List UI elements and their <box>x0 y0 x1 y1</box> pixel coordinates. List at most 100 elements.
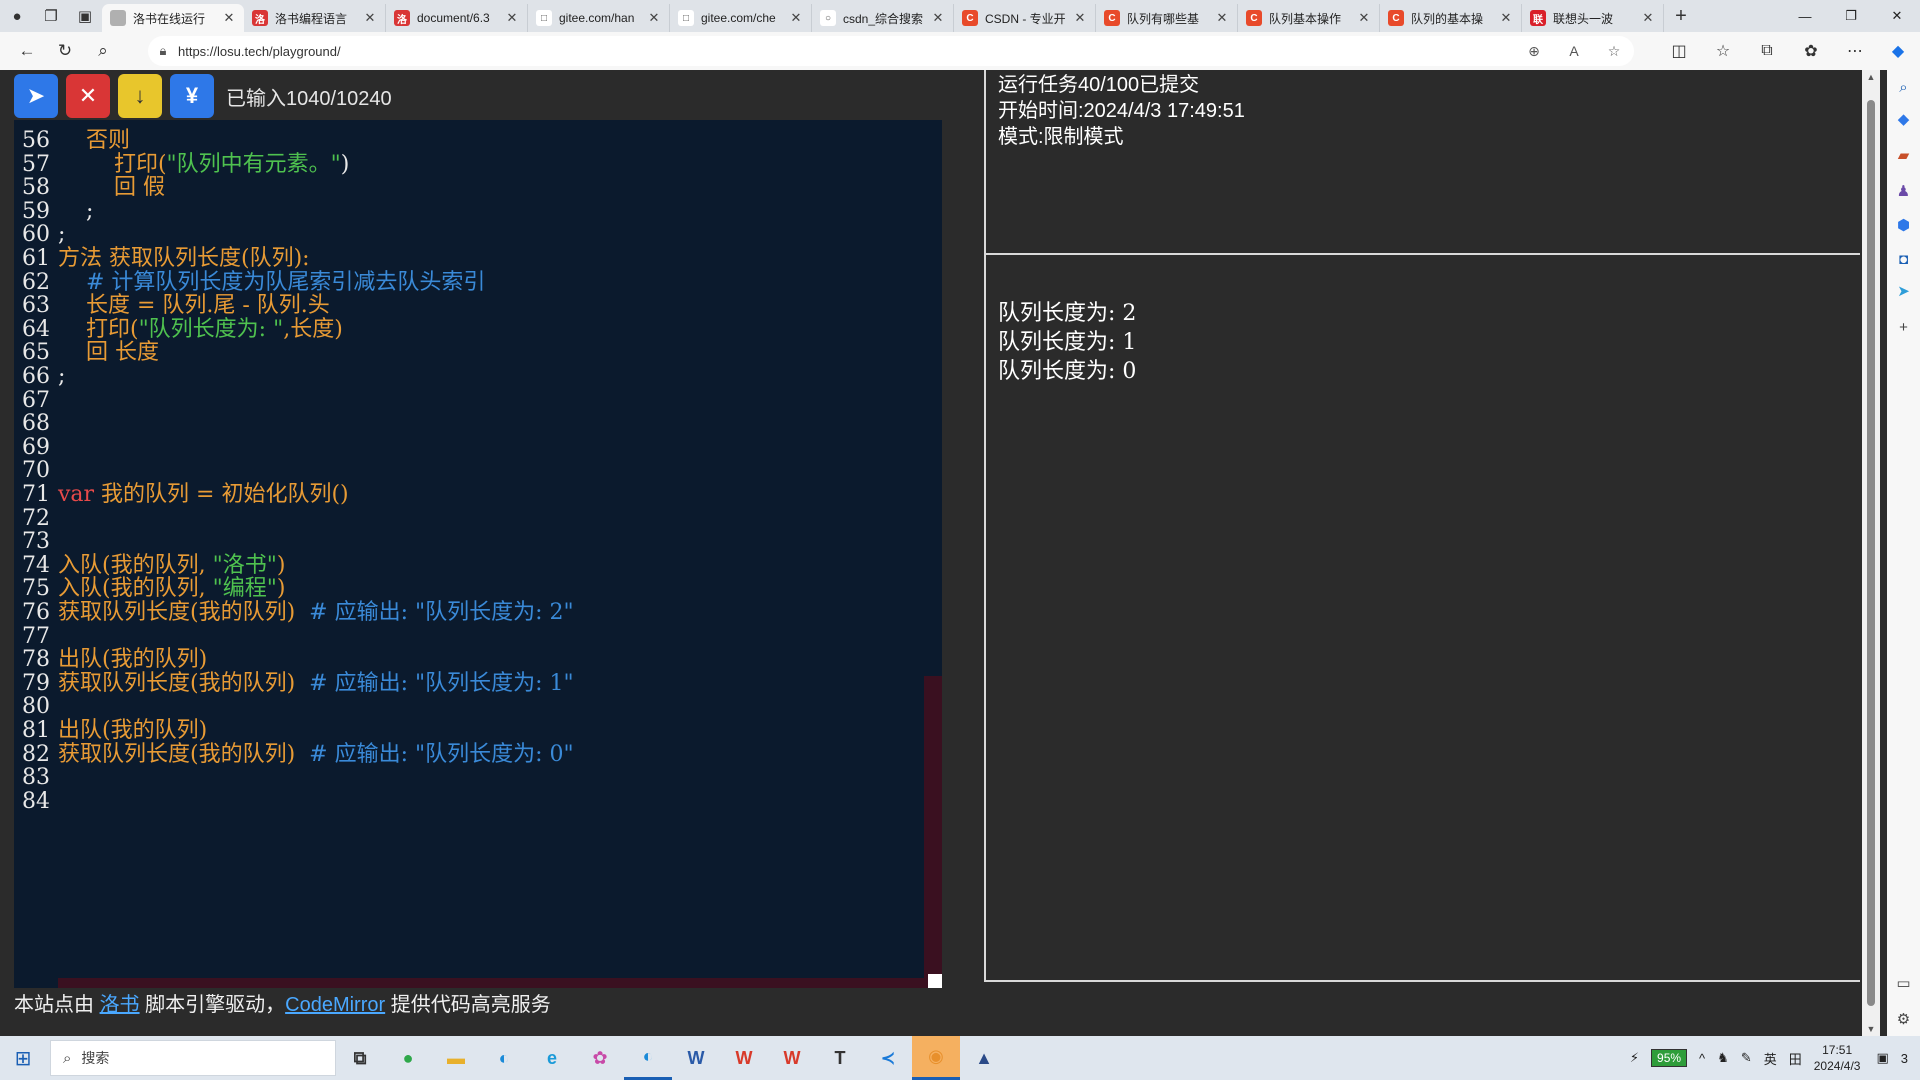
browser-tab[interactable]: 洛洛书编程语言 ✕ <box>244 4 386 32</box>
sidebar-tools-icon[interactable]: ▰ <box>1887 140 1920 170</box>
address-bar[interactable]: 🔒︎ https://losu.tech/playground/ ⊕ A ☆ <box>148 36 1634 66</box>
browser-tab[interactable]: 洛 document/6.3 ✕ <box>386 4 528 32</box>
refresh-icon[interactable]: ↻ <box>46 32 84 70</box>
sidebar-settings-icon[interactable]: ⚙ <box>1887 1004 1920 1034</box>
edge-icon[interactable]: ◐ <box>480 1036 528 1080</box>
search-icon[interactable]: ⌕ <box>84 32 122 70</box>
favorites-icon[interactable]: ☆ <box>1701 32 1745 70</box>
code-editor[interactable]: 56 否则 57 打印("队列中有元素。") 58 回 假 59 ; 60; 61 方法 获… <box>14 120 942 988</box>
zoom-icon[interactable]: ⊕ <box>1514 43 1554 60</box>
music-app-icon[interactable]: ◉ <box>912 1036 960 1080</box>
clock-time: 17:51 <box>1822 1043 1853 1057</box>
typora-icon[interactable]: T <box>816 1036 864 1080</box>
app-icon[interactable]: ✿ <box>576 1036 624 1080</box>
search-icon: ⌕ <box>63 1049 72 1067</box>
collections-icon[interactable]: ⧉ <box>1745 32 1789 70</box>
copilot-icon[interactable]: ◆ <box>1876 32 1920 70</box>
wps-icon[interactable]: W <box>720 1036 768 1080</box>
tab-close-icon[interactable]: ✕ <box>1641 10 1655 26</box>
tray-expand-icon[interactable]: ^ <box>1699 1051 1705 1066</box>
sidebar-shopping-icon[interactable]: ◆ <box>1887 104 1920 134</box>
tab-close-icon[interactable]: ✕ <box>505 10 519 26</box>
back-icon[interactable]: ← <box>8 32 46 70</box>
page-scroll-thumb[interactable] <box>1867 100 1875 1006</box>
tab-close-icon[interactable]: ✕ <box>789 10 803 26</box>
sidebar-games-icon[interactable]: ♟ <box>1887 176 1920 206</box>
sidebar-layout-icon[interactable]: ▭ <box>1887 968 1920 998</box>
wechat-icon[interactable]: ● <box>384 1036 432 1080</box>
pen-icon[interactable]: ✎ <box>1741 1050 1752 1066</box>
stop-button[interactable]: ✕ <box>66 74 110 118</box>
vscode-icon[interactable]: ≺ <box>864 1036 912 1080</box>
sidebar-add-icon[interactable]: + <box>1887 312 1920 342</box>
ime-mode-icon[interactable]: 田 <box>1789 1049 1802 1068</box>
run-button[interactable]: ➤ <box>14 74 58 118</box>
ime-indicator[interactable]: 英 <box>1764 1049 1777 1068</box>
tab-close-icon[interactable]: ✕ <box>1215 10 1229 26</box>
browser-tab[interactable]: ○ csdn_综合搜索 ✕ <box>812 4 954 32</box>
browser-tab[interactable]: C 队列的基本操 ✕ <box>1380 4 1522 32</box>
browser-tab[interactable]: C 队列基本操作 ✕ <box>1238 4 1380 32</box>
tab-close-icon[interactable]: ✕ <box>647 10 661 26</box>
editor-horizontal-scrollbar[interactable] <box>58 978 924 988</box>
tab-close-icon[interactable]: ✕ <box>1073 10 1087 26</box>
sidebar-search-icon[interactable]: ⌕ <box>1887 72 1920 102</box>
task-view-icon[interactable]: ⧉ <box>336 1036 384 1080</box>
read-aloud-icon[interactable]: A <box>1554 43 1594 59</box>
tab-label: 洛书编程语言 <box>275 11 348 26</box>
battery-indicator[interactable]: 95% <box>1651 1049 1688 1067</box>
edge-active-icon[interactable]: ◐ <box>624 1036 672 1080</box>
tab-favicon-icon: □ <box>678 10 694 26</box>
tab-close-icon[interactable]: ✕ <box>222 10 236 26</box>
scroll-down-icon[interactable]: ▼ <box>1862 1024 1880 1034</box>
restore-button[interactable]: ❐ <box>1828 0 1874 32</box>
workspaces-icon[interactable]: ❐ <box>34 0 68 32</box>
tab-label: gitee.com/che <box>701 11 776 25</box>
qq-tray-icon[interactable]: ♞ <box>1717 1050 1729 1066</box>
start-button[interactable]: ⊞ <box>0 1036 46 1080</box>
qq-app-icon[interactable]: ▲ <box>960 1036 1008 1080</box>
browser-tab[interactable]: 联联想头一波 ✕ <box>1522 4 1664 32</box>
tab-close-icon[interactable]: ✕ <box>1357 10 1371 26</box>
notification-icon[interactable]: ▣ <box>1876 1050 1888 1066</box>
browser-tab[interactable]: 洛书在线运行 ✕ <box>102 4 244 32</box>
editor-vertical-scrollbar[interactable] <box>924 676 942 988</box>
tab-close-icon[interactable]: ✕ <box>363 10 377 26</box>
new-tab-button[interactable]: + <box>1664 0 1698 32</box>
profile-icon[interactable]: ● <box>0 0 34 32</box>
url-text[interactable]: https://losu.tech/playground/ <box>178 44 1514 59</box>
browser-tab[interactable]: C CSDN - 专业开 ✕ <box>954 4 1096 32</box>
plug-icon[interactable]: ⚡ <box>1630 1050 1639 1066</box>
format-button[interactable]: ¥ <box>170 74 214 118</box>
edge-sidebar: ⌕ ◆ ▰ ♟ ⬢ ◘ ➤ + ▭ ⚙ <box>1887 70 1920 1036</box>
tab-close-icon[interactable]: ✕ <box>931 10 945 26</box>
sidebar-drop-icon[interactable]: ➤ <box>1887 276 1920 306</box>
sidebar-outlook-icon[interactable]: ◘ <box>1887 244 1920 274</box>
word-icon[interactable]: W <box>672 1036 720 1080</box>
sidebar-office-icon[interactable]: ⬢ <box>1887 210 1920 240</box>
taskbar-search[interactable]: ⌕ 搜索 <box>50 1040 336 1076</box>
browser-tab-strip: ● ❐ ▣ 洛书在线运行 ✕ 洛洛书编程语言 ✕ 洛 document/6.3 ✕ □ gite… <box>0 0 1920 32</box>
clock[interactable]: 17:51 2024/4/3 <box>1814 1042 1861 1074</box>
wps-writer-icon[interactable]: W <box>768 1036 816 1080</box>
extensions-icon[interactable]: ✿ <box>1789 32 1833 70</box>
ie-icon[interactable]: e <box>528 1036 576 1080</box>
scroll-up-icon[interactable]: ▲ <box>1862 72 1880 82</box>
close-window-button[interactable]: ✕ <box>1874 0 1920 32</box>
split-screen-icon[interactable]: ◫ <box>1657 32 1701 70</box>
file-explorer-icon[interactable]: ▬ <box>432 1036 480 1080</box>
browser-tab[interactable]: □ gitee.com/che ✕ <box>670 4 812 32</box>
more-menu-icon[interactable]: ⋯ <box>1833 32 1877 70</box>
minimize-button[interactable]: — <box>1782 0 1828 32</box>
browser-tab[interactable]: C 队列有哪些基 ✕ <box>1096 4 1238 32</box>
tab-actions-icon[interactable]: ▣ <box>68 0 102 32</box>
favorite-star-icon[interactable]: ☆ <box>1594 43 1634 60</box>
luoshu-link[interactable]: 洛书 <box>100 994 140 1016</box>
page-scrollbar[interactable]: ▲ ▼ <box>1862 70 1880 1036</box>
tab-favicon-icon: 洛 <box>394 10 410 26</box>
browser-tab[interactable]: □ gitee.com/han ✕ <box>528 4 670 32</box>
lock-icon[interactable]: 🔒︎ <box>148 43 178 59</box>
download-button[interactable]: ↓ <box>118 74 162 118</box>
tab-close-icon[interactable]: ✕ <box>1499 10 1513 26</box>
codemirror-link[interactable]: CodeMirror <box>285 994 385 1016</box>
